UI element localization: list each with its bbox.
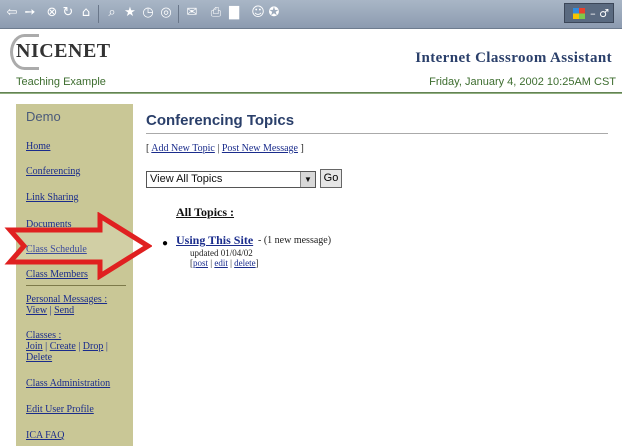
history-icon[interactable]: ◷: [140, 5, 156, 21]
discuss-icon[interactable]: ☺: [250, 5, 266, 21]
topic-actions-bar: [ Add New Topic | Post New Message ]: [146, 143, 304, 154]
page-title: Conferencing Topics: [146, 112, 295, 129]
sidebar-item-ica-faq[interactable]: ICA FAQ: [26, 430, 64, 441]
post-new-message-link[interactable]: Post New Message: [222, 143, 298, 154]
nicenet-logo: NICENET: [10, 34, 111, 70]
messenger-icon[interactable]: ✪: [266, 5, 282, 21]
print-icon[interactable]: ⎙: [208, 5, 224, 21]
sidebar-item-edit-user-profile[interactable]: Edit User Profile: [26, 404, 94, 415]
refresh-icon[interactable]: ↻: [60, 5, 76, 21]
delete-class-link[interactable]: Delete: [26, 352, 52, 363]
browser-toolbar: ⇦ ➙ ⊗ ↻ ⌂ ⌕ ★ ◷ ◎ ✉ ⎙ ▇ ☺ ✪ – ♂: [0, 0, 622, 29]
red-pointer-arrow-icon: [4, 212, 152, 280]
sidebar-item-link-sharing[interactable]: Link Sharing: [26, 192, 79, 203]
chevron-down-icon[interactable]: ▼: [300, 172, 315, 187]
topic-updated: updated 01/04/02: [190, 248, 253, 258]
topic-meta: - (1 new message): [258, 235, 332, 246]
header-divider: [0, 92, 622, 94]
personal-messages-group: Personal Messages : View | Send: [26, 294, 108, 316]
topic-row-actions: [post | edit | delete]: [190, 258, 259, 268]
stop-icon[interactable]: ⊗: [44, 5, 60, 21]
new-message-count: (1 new message): [263, 235, 332, 246]
home-icon[interactable]: ⌂: [78, 5, 94, 21]
forward-arrow-icon[interactable]: ➙: [22, 5, 38, 21]
search-icon[interactable]: ⌕: [104, 5, 120, 21]
send-message-link[interactable]: Send: [54, 305, 74, 316]
join-class-link[interactable]: Join: [26, 341, 43, 352]
sidebar-item-home[interactable]: Home: [26, 141, 50, 152]
go-button[interactable]: Go: [320, 169, 342, 188]
toolbar-separator: [98, 5, 99, 23]
window-controls[interactable]: – ♂: [564, 3, 614, 23]
post-link[interactable]: post: [193, 258, 208, 268]
bullet-icon: ●: [162, 238, 169, 249]
section-heading: All Topics :: [176, 205, 235, 219]
window-controls-label: – ♂: [590, 7, 609, 20]
topic-title-link[interactable]: Using This Site: [176, 233, 253, 248]
classes-group: Classes : Join | Create | Drop | Delete: [26, 330, 108, 363]
app-title: Internet Classroom Assistant: [415, 50, 612, 66]
mail-icon[interactable]: ✉: [184, 5, 200, 21]
logo-swoosh-icon: [10, 34, 39, 70]
course-name: Teaching Example: [16, 76, 106, 88]
windows-logo-icon: [573, 8, 585, 19]
channels-icon[interactable]: ◎: [158, 5, 174, 21]
personal-messages-link[interactable]: Personal Messages :: [26, 294, 107, 305]
edit-icon[interactable]: ▇: [226, 5, 242, 21]
sidebar-divider: [26, 285, 126, 286]
classes-link[interactable]: Classes :: [26, 330, 61, 341]
topic-filter-select[interactable]: View All Topics ▼: [146, 171, 316, 188]
create-class-link[interactable]: Create: [50, 341, 76, 352]
view-messages-link[interactable]: View: [26, 305, 47, 316]
filter-selected-value: View All Topics: [150, 173, 223, 185]
back-arrow-icon[interactable]: ⇦: [4, 5, 20, 21]
drop-class-link[interactable]: Drop: [83, 341, 104, 352]
toolbar-separator: [178, 5, 179, 23]
sidebar-item-class-administration[interactable]: Class Administration: [26, 378, 110, 389]
edit-link[interactable]: edit: [214, 258, 228, 268]
title-divider: [146, 133, 608, 134]
current-date: Friday, January 4, 2002 10:25AM CST: [429, 76, 616, 88]
add-new-topic-link[interactable]: Add New Topic: [151, 143, 215, 154]
favorites-icon[interactable]: ★: [122, 5, 138, 21]
delete-link[interactable]: delete: [234, 258, 256, 268]
sidebar-item-conferencing[interactable]: Conferencing: [26, 166, 80, 177]
sidebar-title: Demo: [26, 109, 61, 124]
